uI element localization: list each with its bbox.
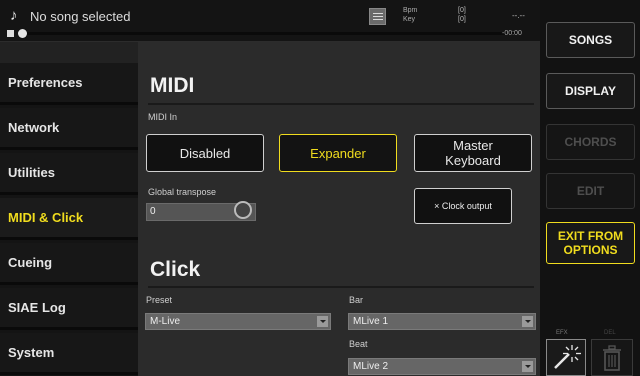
preset-value: M-Live: [150, 316, 181, 327]
exit-options-button[interactable]: EXIT FROM OPTIONS: [546, 222, 635, 264]
beat-select[interactable]: MLive 2: [348, 358, 536, 375]
options-sidebar: Preferences Network Utilities MIDI & Cli…: [0, 63, 138, 376]
music-note-icon: ♪: [10, 7, 18, 24]
right-button-column: SONGS DISPLAY CHORDS EDIT EXIT FROM OPTI…: [540, 0, 640, 376]
midi-in-disabled-button[interactable]: Disabled: [146, 134, 264, 172]
sidebar-item-cueing[interactable]: Cueing: [0, 243, 138, 285]
bar-select[interactable]: MLive 1: [348, 313, 536, 330]
key-value: [0]: [458, 16, 466, 23]
delete-label: DEL: [604, 330, 616, 336]
bar-value: MLive 1: [353, 316, 389, 327]
edit-button[interactable]: EDIT: [546, 173, 635, 209]
effects-label: EFX: [556, 330, 568, 336]
chords-button[interactable]: CHORDS: [546, 124, 635, 160]
preset-label: Preset: [146, 295, 173, 305]
global-transpose-label: Global transpose: [148, 187, 217, 197]
beat-value: MLive 2: [353, 361, 389, 372]
bpm-value: [0]: [458, 7, 466, 14]
sidebar-item-utilities[interactable]: Utilities: [0, 153, 138, 195]
chevron-down-icon: [522, 316, 533, 327]
delete-button[interactable]: [591, 339, 633, 376]
progress-knob[interactable]: [18, 29, 27, 38]
sidebar-item-siae-log[interactable]: SIAE Log: [0, 288, 138, 330]
progress-track: [22, 32, 518, 35]
bpm-label: Bpm: [403, 7, 418, 14]
sidebar-item-system[interactable]: System: [0, 333, 138, 375]
effects-button[interactable]: [546, 339, 586, 376]
magic-wand-icon: [554, 345, 581, 369]
sidebar-item-midi-click[interactable]: MIDI & Click: [0, 198, 138, 240]
section-divider: [148, 286, 534, 288]
midi-section-title: MIDI: [150, 74, 195, 97]
sidebar-item-network[interactable]: Network: [0, 108, 138, 150]
trash-icon: [603, 345, 621, 371]
display-button[interactable]: DISPLAY: [546, 73, 635, 109]
elapsed-time: --.--: [512, 11, 525, 20]
chevron-down-icon: [317, 316, 328, 327]
chevron-down-icon: [522, 361, 533, 372]
player-topbar: ♪ No song selected Bpm Key [0] [0] --.--…: [0, 0, 540, 42]
global-transpose-value: 0: [150, 206, 156, 217]
song-progress-bar[interactable]: [18, 29, 518, 38]
bar-label: Bar: [349, 295, 364, 305]
lyrics-list-icon[interactable]: [369, 8, 386, 25]
options-screen: ♪ No song selected Bpm Key [0] [0] --.--…: [0, 0, 640, 376]
midi-in-label: MIDI In: [148, 112, 178, 122]
key-label: Key: [403, 16, 416, 23]
clock-output-button[interactable]: × Clock output: [414, 188, 512, 224]
click-section-title: Click: [150, 258, 201, 281]
preset-select[interactable]: M-Live: [145, 313, 331, 330]
midi-click-panel: MIDI MIDI In Disabled Expander Master Ke…: [138, 42, 540, 376]
song-title: No song selected: [30, 9, 131, 24]
reset-transpose-icon[interactable]: [234, 201, 252, 219]
stop-icon[interactable]: [7, 30, 14, 37]
beat-label: Beat: [349, 339, 368, 349]
sidebar-item-preferences[interactable]: Preferences: [0, 63, 138, 105]
remaining-time: -00:00: [502, 30, 522, 37]
songs-button[interactable]: SONGS: [546, 22, 635, 58]
midi-in-master-keyboard-button[interactable]: Master Keyboard: [414, 134, 532, 172]
section-divider: [148, 103, 534, 105]
midi-in-expander-button[interactable]: Expander: [279, 134, 397, 172]
